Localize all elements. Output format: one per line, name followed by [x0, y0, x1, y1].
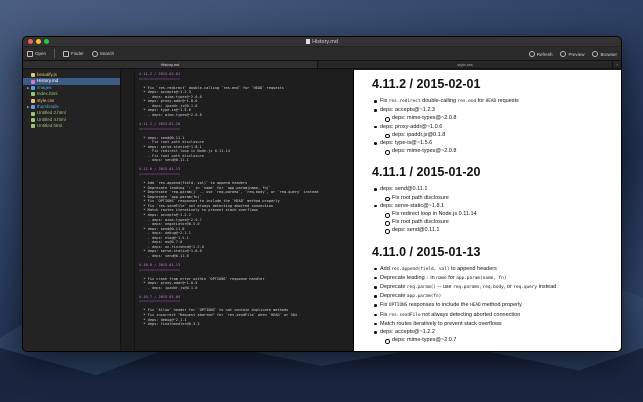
preview-list: deps: send@0.11.1 Fix root path disclosur… [372, 185, 611, 235]
preview-list-item: deps: proxy-addr@~1.0.6 [372, 123, 611, 131]
sidebar-item[interactable]: Untitled.html [23, 123, 120, 129]
compass-icon [592, 51, 599, 57]
file-icon [31, 111, 35, 116]
preview-list-item: Match routes iteratively to prevent stac… [372, 320, 611, 328]
app-window: History.md Open Finder Search Refresh Pr… [22, 36, 622, 352]
finder-label: Finder [71, 51, 84, 56]
preview-list-item: deps: send@0.11.1 [372, 185, 611, 193]
file-icon [31, 92, 35, 97]
window-title-text: History.md [312, 39, 338, 45]
finder-icon [63, 50, 70, 57]
code-line: * deps: finalhandler@0.3.3 [139, 322, 200, 327]
preview-list-item: Deprecate app.param(fn) [372, 292, 611, 301]
browser-label: Browser [600, 51, 617, 57]
finder-button[interactable]: Finder [63, 50, 84, 57]
toolbar-divider [54, 49, 56, 58]
new-tab-button[interactable]: + [613, 61, 621, 68]
search-button[interactable]: Search [91, 50, 115, 57]
preview-list-item: deps: mime-types@~2.0.8 [372, 147, 611, 155]
search-icon [91, 50, 98, 57]
preview-list-item: Deprecate leading : in name for app.para… [372, 274, 611, 283]
eye-icon [560, 51, 567, 57]
refresh-button[interactable]: Refresh [528, 51, 553, 57]
title-bar: History.md [23, 37, 621, 47]
folder-icon [27, 50, 33, 57]
preview-list-item: deps: type-is@~1.5.6 [372, 139, 611, 147]
preview-list-item: deps: accepts@~1.2.2 [372, 328, 611, 336]
preview-list-item: Fix res.redirect double-calling res.end … [372, 97, 611, 106]
preview-list-item: deps: send@0.11.1 [372, 226, 611, 235]
preview-button[interactable]: Preview [560, 51, 584, 57]
preview-list-item: deps: accepts@~1.2.3 [372, 106, 611, 114]
file-icon [31, 124, 35, 129]
preview-list: Fix res.redirect double-calling res.end … [372, 97, 611, 155]
preview-list-item: Fix res.sendFile not always detecting ab… [372, 311, 611, 320]
content-area: beautify.js History.md ▶ images index.html st… [23, 70, 621, 351]
file-icon [31, 73, 35, 78]
preview-list-item: Deprecate req.param() -- use req.params,… [372, 283, 611, 292]
preview-list: Add res.append(field, val) to append hea… [372, 265, 611, 345]
preview-list-item: Add res.append(field, val) to append hea… [372, 265, 611, 274]
markdown-preview: 4.11.2 / 2015-02-01 Fix res.redirect doub… [354, 70, 621, 351]
preview-list-item: Fix root path disclosure [372, 194, 611, 202]
preview-heading: 4.11.2 / 2015-02-01 [372, 77, 481, 91]
search-label: Search [99, 51, 115, 56]
file-icon [31, 79, 35, 84]
preview-list-item: Fix redirect loop in Node.js 0.11.14 [372, 210, 611, 218]
preview-list-item: deps: serve-static@~1.8.1 [372, 202, 611, 210]
tab-style-css[interactable]: style.css [318, 61, 613, 68]
toolbar: Open Finder Search Refresh Preview Brows… [23, 47, 621, 61]
preview-list-item: deps: mime-types@~2.0.7 [372, 336, 611, 344]
folder-icon [31, 86, 35, 91]
window-title: History.md [23, 37, 621, 47]
open-label: Open [35, 51, 47, 56]
editor-gutter [121, 70, 135, 351]
preview-list-item: Fix root path disclosure [372, 218, 611, 226]
browser-button[interactable]: Browser [592, 51, 617, 57]
preview-list-item: deps: ipaddr.js@0.1.8 [372, 131, 611, 139]
code-editor[interactable]: 4.11.2 / 2015-02-01===================​ … [135, 70, 354, 351]
folder-icon [31, 105, 35, 110]
document-icon [306, 39, 311, 44]
tab-bar: History.md style.css + [23, 61, 621, 69]
file-icon [31, 118, 35, 123]
preview-heading: 4.11.1 / 2015-01-20 [372, 165, 481, 180]
tab-history-md[interactable]: History.md [23, 61, 318, 68]
preview-heading: 4.11.0 / 2015-01-13 [372, 244, 481, 259]
preview-label: Preview [568, 51, 585, 57]
toolbar-right: Refresh Preview Browser [521, 47, 617, 61]
refresh-label: Refresh [536, 51, 553, 57]
file-icon [31, 98, 35, 103]
sidebar-item-label: Untitled.html [37, 123, 63, 129]
refresh-icon [528, 51, 535, 57]
preview-list-item: deps: mime-types@~2.0.8 [372, 114, 611, 123]
preview-list-item: Fix OPTIONS responses to include the HEA… [372, 301, 611, 310]
file-sidebar: beautify.js History.md ▶ images index.html st… [23, 70, 121, 351]
open-button[interactable]: Open [27, 50, 47, 57]
